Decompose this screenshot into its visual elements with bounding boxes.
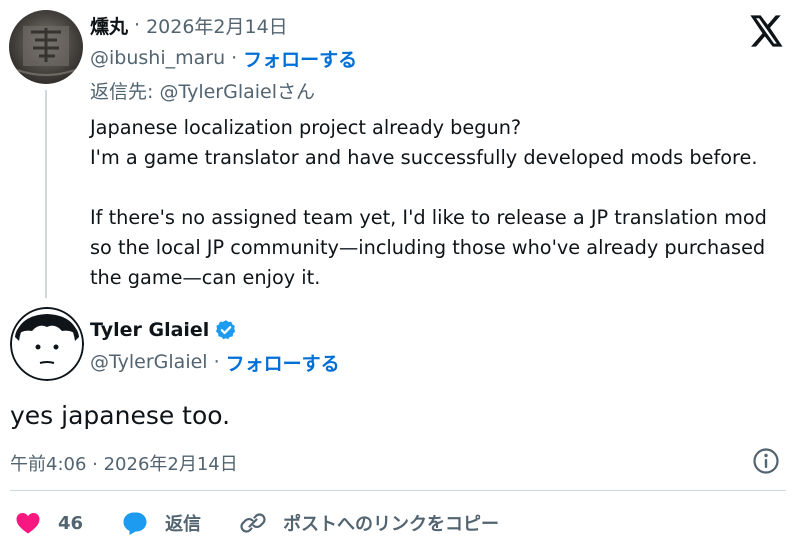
tweet-date[interactable]: 2026年2月14日 — [146, 12, 288, 39]
verified-badge-icon[interactable] — [215, 319, 237, 341]
reply-bubble-icon — [123, 512, 147, 535]
thread-line — [45, 90, 47, 298]
tweet-text-line: If there's no assigned team yet, I'd lik… — [90, 206, 767, 229]
avatar[interactable] — [9, 10, 83, 84]
separator: · — [231, 47, 238, 69]
user-handle[interactable]: @TylerGlaiel — [90, 351, 208, 373]
reply-tweet-header: 燻丸 · 2026年2月14日 — [90, 12, 288, 38]
main-tweet-handle-row: @TylerGlaiel · フォローする — [90, 348, 340, 376]
main-tweet-name-row: Tyler Glaiel — [90, 316, 237, 344]
info-icon[interactable] — [752, 447, 780, 475]
reply-tweet-body: Japanese localization project already be… — [90, 113, 790, 293]
reply-label: 返信 — [165, 514, 202, 535]
follow-button[interactable]: フォローする — [243, 45, 357, 72]
tweet-timestamp[interactable]: 午前4:06 · 2026年2月14日 — [10, 450, 238, 476]
like-button[interactable]: 46 — [14, 509, 83, 537]
heart-icon — [16, 513, 40, 534]
x-logo-icon[interactable] — [748, 14, 786, 48]
action-bar: 46 返信 ポストへのリンクをコピー — [14, 506, 537, 540]
reply-tweet-handle-row: @ibushi_maru · フォローする — [90, 44, 357, 72]
separator: · — [213, 351, 220, 373]
reply-button[interactable]: 返信 — [121, 509, 201, 537]
tweet-text-line: I'm a game translator and have successfu… — [90, 146, 758, 169]
reply-to-handle[interactable]: @TylerGlaielさん — [159, 81, 315, 103]
tweet-text-line: the game—can enjoy it. — [90, 266, 321, 289]
tweet-text-line: Japanese localization project already be… — [90, 116, 522, 139]
tweet-text-line: so the local JP community—including thos… — [90, 236, 766, 259]
display-name[interactable]: Tyler Glaiel — [90, 319, 209, 341]
follow-button[interactable]: フォローする — [226, 349, 340, 376]
avatar[interactable] — [10, 307, 84, 381]
main-tweet-text: yes japanese too. — [10, 401, 231, 430]
like-count: 46 — [58, 512, 84, 534]
reply-to-line: 返信先: @TylerGlaielさん — [90, 77, 315, 104]
reply-to-prefix: 返信先: — [90, 81, 160, 103]
separator: · — [134, 14, 141, 36]
divider — [10, 490, 786, 491]
copy-link-label: ポストへのリンクをコピー — [283, 514, 500, 535]
user-handle[interactable]: @ibushi_maru — [90, 47, 225, 69]
link-icon — [240, 513, 266, 533]
display-name[interactable]: 燻丸 — [90, 12, 128, 39]
copy-link-button[interactable]: ポストへのリンクをコピー — [239, 509, 499, 537]
